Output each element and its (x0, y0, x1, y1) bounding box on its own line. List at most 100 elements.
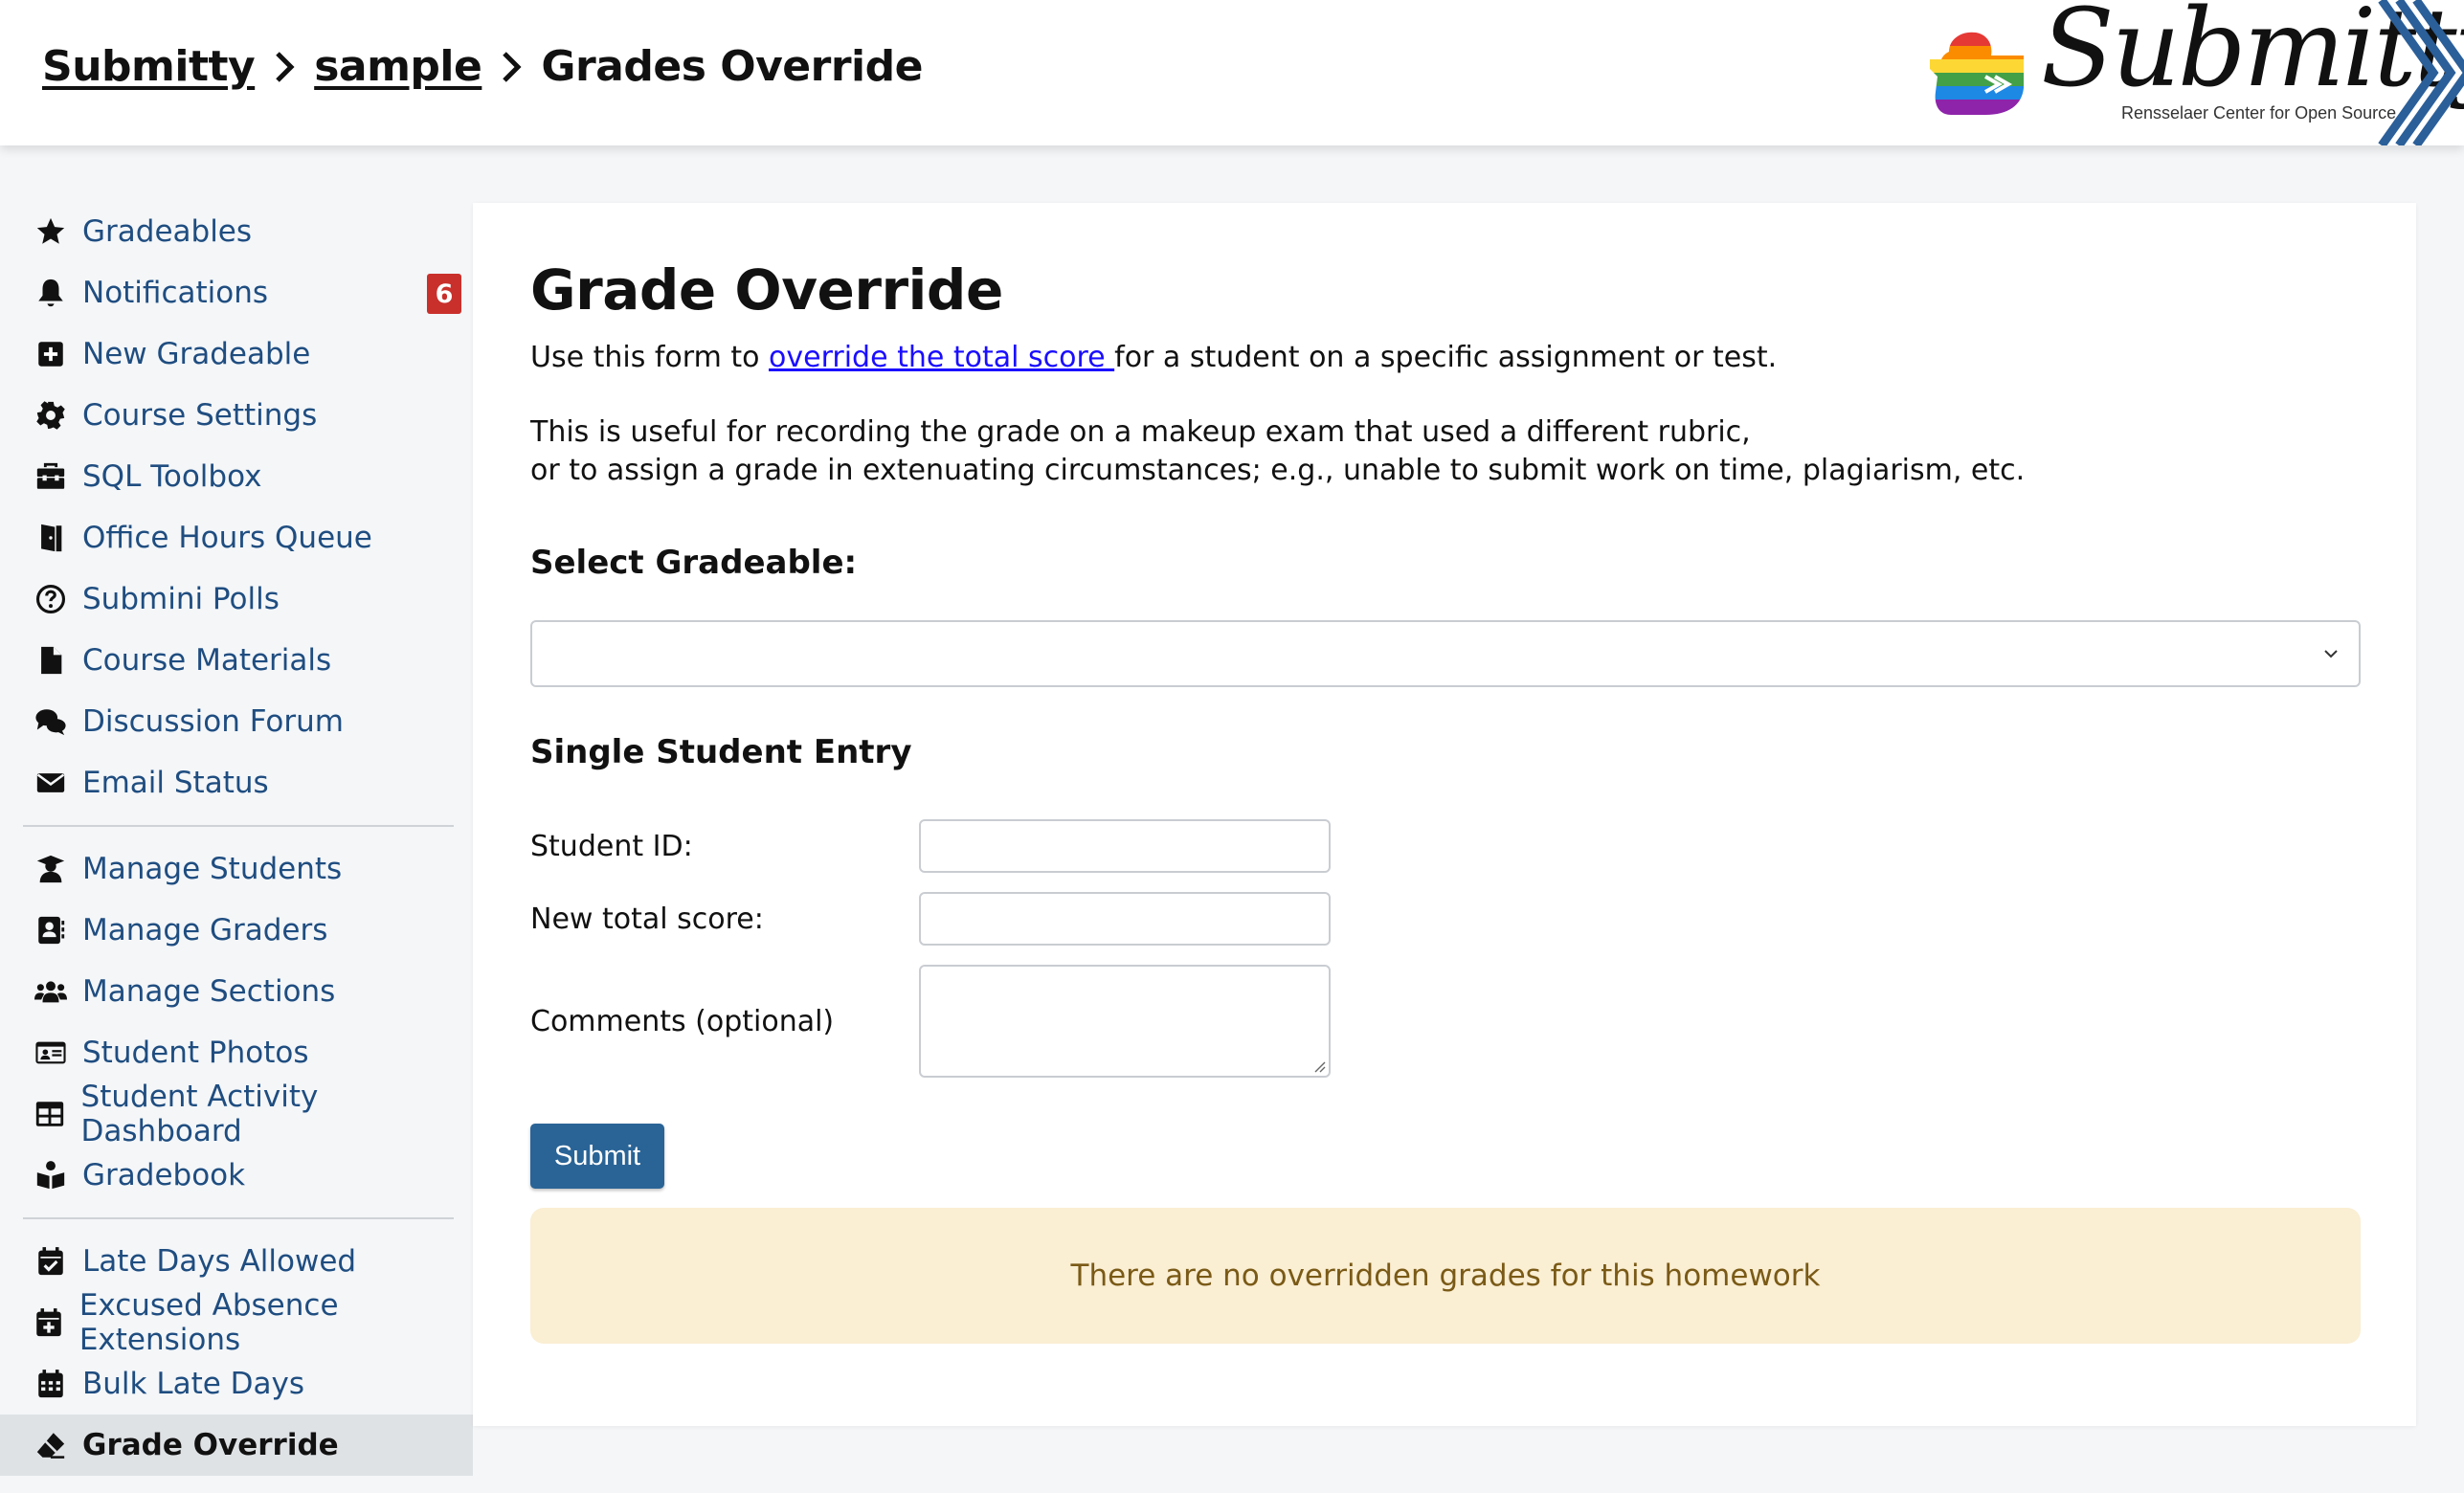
sidebar-item-late-days-allowed[interactable]: Late Days Allowed (0, 1231, 473, 1292)
logo-chevrons (2378, 0, 2464, 145)
chevron-right-icon (274, 50, 295, 84)
notification-count-badge: 6 (427, 274, 461, 314)
plus-square-icon (33, 338, 69, 370)
sidebar-item-label: Manage Sections (82, 974, 336, 1009)
sidebar-item-label: New Gradeable (82, 337, 311, 371)
sidebar-item-label: Excused Absence Extensions (78, 1288, 339, 1357)
chevron-right-icon (501, 50, 522, 84)
sidebar-divider (23, 1217, 454, 1219)
sidebar-item-label: Grade Override (82, 1428, 339, 1462)
student-id-row: Student ID: (530, 819, 2361, 873)
comments-row: Comments (optional) (530, 965, 2361, 1078)
calendar-grid-icon (33, 1368, 69, 1400)
sidebar-item-label: Course Settings (82, 398, 318, 433)
sidebar-item-new-gradeable[interactable]: New Gradeable (0, 323, 473, 385)
sidebar-item-label: Email Status (82, 766, 269, 800)
address-book-icon (33, 914, 69, 947)
new-total-score-label: New total score: (530, 902, 764, 936)
sidebar-item-label: Student Activity Dashboard (80, 1080, 319, 1148)
sidebar-item-label: Manage Students (82, 852, 343, 886)
breadcrumb-current: Grades Override (541, 42, 923, 91)
intro-text-after: for a student on a specific assignment o… (1114, 341, 1778, 374)
top-header: Submitty sample Grades Override Submitt … (0, 0, 2464, 145)
intro-text: Use this form to override the total scor… (530, 339, 2361, 377)
description-line: This is useful for recording the grade o… (530, 415, 1751, 449)
sidebar-item-discussion-forum[interactable]: Discussion Forum (0, 691, 473, 752)
sidebar-divider (23, 825, 454, 827)
submitty-logo[interactable]: Submitty Rensselaer Center for Open Sour… (1928, 0, 2464, 145)
new-total-score-input[interactable] (919, 892, 1331, 946)
book-reader-icon (33, 1159, 69, 1192)
sidebar-item-office-hours-queue[interactable]: Office Hours Queue (0, 507, 473, 568)
sidebar-item-manage-students[interactable]: Manage Students (0, 838, 473, 900)
eraser-icon (33, 1429, 69, 1461)
bell-icon (33, 277, 69, 309)
sidebar-item-email-status[interactable]: Email Status (0, 752, 473, 813)
sidebar-item-course-materials[interactable]: Course Materials (0, 630, 473, 691)
sidebar-item-manage-sections[interactable]: Manage Sections (0, 961, 473, 1022)
sidebar-item-label: Discussion Forum (82, 704, 344, 739)
intro-text-before: Use this form to (530, 341, 769, 374)
sidebar-item-course-settings[interactable]: Course Settings (0, 385, 473, 446)
logo-tagline: Rensselaer Center for Open Source (2121, 103, 2397, 123)
sidebar-item-manage-graders[interactable]: Manage Graders (0, 900, 473, 961)
main-card: Grade Override Use this form to override… (473, 203, 2416, 1426)
gear-icon (33, 399, 69, 432)
question-circle-icon (33, 583, 69, 615)
sidebar-item-label: Submini Polls (82, 582, 280, 616)
user-graduate-icon (33, 853, 69, 885)
sidebar-item-label: Manage Graders (82, 913, 328, 947)
sidebar-item-label: Course Materials (82, 643, 332, 678)
new-total-score-row: New total score: (530, 892, 2361, 946)
sidebar-item-label: SQL Toolbox (82, 459, 262, 494)
breadcrumb: Submitty sample Grades Override (42, 42, 923, 91)
file-icon (33, 644, 69, 677)
sidebar-item-label: Bulk Late Days (82, 1367, 305, 1401)
users-icon (33, 975, 69, 1008)
sidebar-nav: Gradeables Notifications 6 New Gradeable… (0, 201, 473, 1476)
sidebar-item-label: Notifications (82, 276, 269, 310)
rainbow-duck-icon (1930, 32, 2024, 115)
calendar-plus-icon (33, 1306, 66, 1339)
sidebar-item-label: Gradeables (82, 214, 253, 249)
envelope-icon (33, 767, 69, 799)
calendar-check-icon (33, 1245, 69, 1278)
sidebar-item-label: Office Hours Queue (82, 521, 372, 555)
chevron-down-icon (2324, 650, 2338, 658)
select-gradeable-label: Select Gradeable: (530, 544, 858, 582)
student-id-label: Student ID: (530, 829, 693, 863)
sidebar-item-gradebook[interactable]: Gradebook (0, 1145, 473, 1206)
sidebar-item-gradeables[interactable]: Gradeables (0, 201, 473, 262)
breadcrumb-link-sample[interactable]: sample (314, 42, 482, 91)
page-title: Grade Override (530, 257, 1003, 323)
comments-label: Comments (optional) (530, 1004, 835, 1038)
sidebar-item-notifications[interactable]: Notifications 6 (0, 262, 473, 323)
override-total-score-link[interactable]: override the total score (769, 341, 1114, 374)
table-icon (33, 1098, 68, 1130)
comments-textarea[interactable] (919, 965, 1331, 1078)
id-card-icon (33, 1036, 69, 1069)
no-overrides-message: There are no overridden grades for this … (1070, 1259, 1821, 1293)
submit-button[interactable]: Submit (530, 1124, 664, 1189)
sidebar-item-excused-absence-extensions[interactable]: Excused Absence Extensions (0, 1288, 473, 1357)
sidebar-item-sql-toolbox[interactable]: SQL Toolbox (0, 446, 473, 507)
resize-grip-icon[interactable] (1311, 1058, 1327, 1074)
no-overrides-alert: There are no overridden grades for this … (530, 1208, 2361, 1344)
comments-icon (33, 705, 69, 738)
grade-override-form: Grade Override Use this form to override… (530, 262, 2361, 1344)
breadcrumb-link-submitty[interactable]: Submitty (42, 42, 256, 91)
sidebar-item-student-activity-dashboard[interactable]: Student Activity Dashboard (0, 1080, 473, 1148)
sidebar-item-submini-polls[interactable]: Submini Polls (0, 568, 473, 630)
toolbox-icon (33, 460, 69, 493)
sidebar-item-bulk-late-days[interactable]: Bulk Late Days (0, 1353, 473, 1415)
gradeable-select[interactable] (530, 620, 2361, 687)
description-text: This is useful for recording the grade o… (530, 413, 2361, 490)
star-icon (33, 215, 69, 248)
sidebar-item-grade-override[interactable]: Grade Override (0, 1415, 473, 1476)
sidebar-item-label: Student Photos (82, 1036, 309, 1070)
single-student-entry-heading: Single Student Entry (530, 733, 912, 771)
sidebar-item-student-photos[interactable]: Student Photos (0, 1022, 473, 1083)
sidebar-item-label: Late Days Allowed (82, 1244, 357, 1279)
student-id-input[interactable] (919, 819, 1331, 873)
description-line: or to assign a grade in extenuating circ… (530, 454, 2026, 487)
